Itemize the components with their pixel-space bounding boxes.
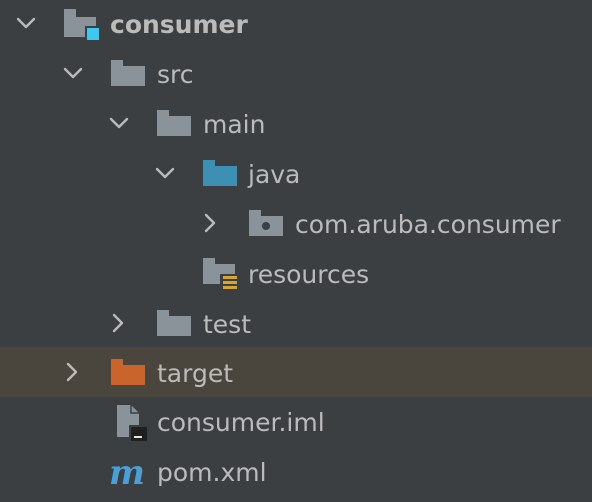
tree-node-consumer[interactable]: consumer xyxy=(0,0,592,50)
project-tree: consumer src main java com.aruba.consume… xyxy=(0,0,592,502)
tree-node-label: target xyxy=(157,359,234,388)
tree-node-src[interactable]: src xyxy=(0,50,592,100)
tree-node-label: com.aruba.consumer xyxy=(295,210,561,239)
tree-node-package[interactable]: com.aruba.consumer xyxy=(0,200,592,250)
tree-node-label: pom.xml xyxy=(157,458,267,487)
folder-icon xyxy=(156,108,191,140)
maven-icon: m xyxy=(108,456,145,490)
folder-icon xyxy=(110,58,145,90)
tree-node-label: test xyxy=(203,310,252,339)
tree-node-label: java xyxy=(248,160,301,189)
chevron-right-icon[interactable] xyxy=(198,211,222,235)
chevron-down-icon[interactable] xyxy=(14,11,38,35)
chevron-right-icon[interactable] xyxy=(60,360,84,384)
chevron-down-icon[interactable] xyxy=(61,61,85,85)
module-folder-icon xyxy=(62,7,100,42)
tree-node-consumer-iml[interactable]: consumer.iml xyxy=(0,398,592,448)
package-icon xyxy=(248,208,283,240)
tree-node-target[interactable]: target xyxy=(0,347,592,397)
tree-node-label: resources xyxy=(248,260,370,289)
iml-file-icon xyxy=(113,403,149,443)
chevron-down-icon[interactable] xyxy=(107,111,131,135)
folder-icon xyxy=(156,308,191,340)
tree-node-label: main xyxy=(203,110,266,139)
tree-node-resources[interactable]: resources xyxy=(0,250,592,300)
chevron-right-icon[interactable] xyxy=(106,311,130,335)
tree-node-pom[interactable]: m pom.xml xyxy=(0,448,592,498)
excluded-folder-icon xyxy=(110,357,145,389)
tree-node-label: src xyxy=(157,60,194,89)
tree-node-label: consumer.iml xyxy=(157,408,325,437)
tree-node-java[interactable]: java xyxy=(0,150,592,200)
chevron-down-icon[interactable] xyxy=(153,161,177,185)
tree-node-main[interactable]: main xyxy=(0,100,592,150)
svg-text:m: m xyxy=(109,456,145,490)
source-root-folder-icon xyxy=(202,158,237,190)
tree-node-label: consumer xyxy=(110,10,248,39)
tree-node-test[interactable]: test xyxy=(0,300,592,350)
resources-folder-icon xyxy=(202,256,240,292)
